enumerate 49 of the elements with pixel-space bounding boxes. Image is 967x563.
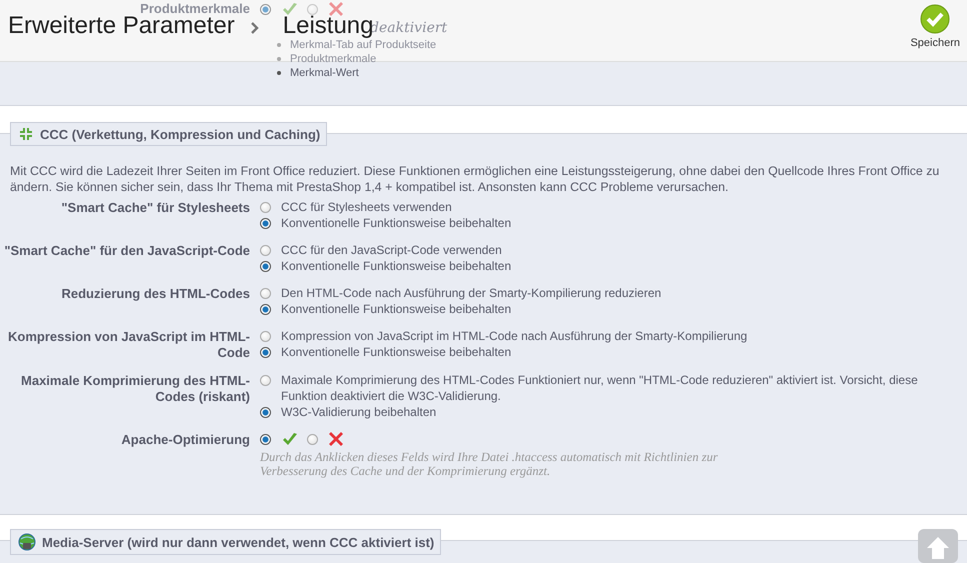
field-label: Produktmerkmale xyxy=(139,1,251,16)
field-label: "Smart Cache" für Stylesheets xyxy=(60,199,251,216)
cross-icon xyxy=(329,432,343,446)
option-label: Maximale Komprimierung des HTML-Codes Funktioniert nur, wenn "HTML-Code reduzieren" aktiviert ist. Vorsicht, diese Funktion deaktiviert die W3C-Validierung. xyxy=(281,372,919,404)
field-label: Kompression von JavaScript im HTML-Code xyxy=(7,328,251,361)
arrow-up-icon xyxy=(925,535,951,561)
radio-button[interactable] xyxy=(260,347,271,358)
radio-button[interactable] xyxy=(260,4,271,14)
field-label: Apache-Optimierung xyxy=(120,431,251,448)
radio-button[interactable] xyxy=(260,218,271,229)
chevron-right-icon xyxy=(250,22,259,34)
radio-button[interactable] xyxy=(260,434,271,444)
option-label: Kompression von JavaScript im HTML-Code nach Ausführung der Smarty-Kompilierung xyxy=(281,328,748,344)
option-label: Konventionelle Funktionsweise beibehalten xyxy=(281,215,512,231)
cross-icon xyxy=(329,2,343,16)
option-label: CCC für Stylesheets verwenden xyxy=(281,199,452,215)
radio-button[interactable] xyxy=(260,375,271,386)
option-label: Den HTML-Code nach Ausführung der Smarty-Kompilierung reduzieren xyxy=(281,285,662,301)
radio-button[interactable] xyxy=(260,245,271,256)
radio-button[interactable] xyxy=(260,261,271,272)
radio-button[interactable] xyxy=(260,288,271,299)
globe-icon xyxy=(18,533,36,551)
hint-text: Durch das Anklicken dieses Felds wird Ihre Datei .htaccess automatisch mit Richtlinien zur Verbesserung des Cache und der Komprimierung ergänzt. xyxy=(260,450,719,478)
option-label: W3C-Validierung beibehalten xyxy=(281,404,436,420)
save-button[interactable]: Speichern xyxy=(910,0,966,49)
option-label: Konventionelle Funktionsweise beibehalten xyxy=(281,258,512,274)
option-label: Konventionelle Funktionsweise beibehalten xyxy=(281,344,512,360)
breadcrumb-item: Erweiterte Parameter xyxy=(8,15,235,37)
breadcrumb-item: Leistung xyxy=(282,15,374,37)
field-label: "Smart Cache" für den JavaScript-Code xyxy=(3,242,251,259)
list-item: Merkmal-Wert xyxy=(277,66,951,80)
radio-button[interactable] xyxy=(307,434,318,444)
field-label: Maximale Komprimierung des HTML-Codes (riskant) xyxy=(20,372,251,405)
scroll-top-button[interactable] xyxy=(918,529,958,563)
check-icon xyxy=(282,2,298,16)
checkmark-icon xyxy=(920,4,950,34)
option-label: CCC für den JavaScript-Code verwenden xyxy=(281,242,502,258)
field-label: Reduzierung des HTML-Codes xyxy=(60,285,251,302)
check-icon xyxy=(282,432,298,446)
option-label: Konventionelle Funktionsweise beibehalten xyxy=(281,301,512,317)
radio-button[interactable] xyxy=(260,331,271,342)
description-text: Mit CCC wird die Ladezeit Ihrer Seiten im Front Office reduziert. Diese Funktionen ermöglichen eine Leistungssteigerung, ohne dabei den Quellcode Ihres Front Office zu ändern. Sie können sicher sein, dass Ihr Thema mit PrestaShop 1,4 + kompatibel ist. Ansonsten kann CCC Probleme verursachen. xyxy=(9,163,940,196)
radio-button[interactable] xyxy=(260,202,271,213)
compress-arrows-icon xyxy=(18,126,34,142)
section-title: Media-Server (wird nur dann verwendet, wenn CCC aktiviert ist) xyxy=(42,534,434,550)
radio-button[interactable] xyxy=(260,407,271,418)
radio-button[interactable] xyxy=(260,304,271,315)
section-title: CCC (Verkettung, Kompression und Caching) xyxy=(40,126,320,142)
list-item: Produktmerkmale xyxy=(277,52,951,66)
